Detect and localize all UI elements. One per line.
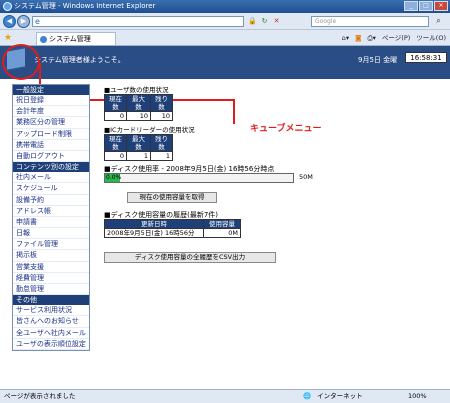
sidebar-item[interactable]: ユーザの表示順位設定 (13, 339, 89, 350)
window-title: システム管理 - Windows Internet Explorer (14, 2, 156, 10)
disk-capacity: 50M (299, 173, 313, 181)
sidebar-heading-general: 一般設定 (13, 85, 89, 95)
sidebar-heading-others: その他 (13, 295, 89, 306)
address-input[interactable]: e (32, 16, 244, 27)
window-titlebar: システム管理 - Windows Internet Explorer _ □ × (0, 0, 450, 13)
table-cell: 2008年9月5日(金) 16時56分 (104, 228, 204, 238)
sidebar-menu: 一般設定 祝日登録 会計年度 業務区分の管理 アップロード制限 携帯電話 自動ロ… (12, 84, 90, 351)
sidebar-item[interactable]: 掲示板 (13, 250, 89, 262)
sidebar-item[interactable]: 携帯電話 (13, 140, 89, 151)
table-cell: 10 (150, 111, 173, 121)
forward-button[interactable]: ▶ (17, 15, 30, 28)
table-header: 更新日時 (104, 219, 204, 229)
annotation-label: キューブメニュー (250, 124, 322, 134)
sidebar-item[interactable]: 祝日登録 (13, 95, 89, 107)
welcome-text: システム管理者様ようこそ。 (34, 56, 125, 64)
disk-history-table: 更新日時 使用容量 2008年9月5日(金) 16時56分 0M (104, 219, 241, 238)
stop-icon[interactable]: ✕ (272, 16, 281, 26)
tab-label: システム管理 (49, 35, 91, 43)
close-button[interactable]: × (434, 1, 448, 11)
disk-usage-bar: 0.0% (104, 173, 294, 183)
sidebar-item[interactable]: 設備予約 (13, 195, 89, 206)
clock: 16:58:31 (405, 52, 447, 63)
tools-menu[interactable]: ツール(O) (416, 33, 446, 43)
favorites-star-icon[interactable]: ★ (4, 33, 12, 43)
ic-reader-section: ■ICカードリーダーの使用状況 現在数 最大数 残り数 0 1 1 (104, 124, 195, 161)
section-title: ■ICカードリーダーの使用状況 (104, 126, 195, 134)
sidebar-item[interactable]: 業務区分の管理 (13, 117, 89, 129)
ic-reader-table: 現在数 最大数 残り数 0 1 1 (104, 134, 173, 161)
section-title: ■ユーザ数の使用状況 (104, 86, 169, 94)
table-header: 現在数 (104, 134, 127, 152)
table-cell: 1 (150, 151, 173, 161)
table-header: 最大数 (126, 134, 151, 152)
sidebar-item[interactable]: 申請書 (13, 217, 89, 229)
annotation-circle (2, 44, 40, 80)
date-text: 9月5日 金曜 (358, 56, 398, 64)
sidebar-item[interactable]: ファイル管理 (13, 239, 89, 251)
disk-usage-fill: 0.0% (105, 174, 122, 182)
sidebar-item[interactable]: 皆さんへのお知らせ (13, 316, 89, 328)
table-header: 最大数 (126, 94, 151, 112)
sidebar-item[interactable]: アドレス帳 (13, 206, 89, 217)
sidebar-item[interactable]: アップロード制限 (13, 129, 89, 140)
table-cell: 0M (203, 228, 241, 238)
status-bar: ページが表示されました 🌐 インターネット 100% (0, 389, 450, 403)
table-header: 残り数 (150, 134, 173, 152)
sidebar-item[interactable]: サービス利用状況 (13, 305, 89, 317)
user-usage-table: 現在数 最大数 残り数 0 10 10 (104, 94, 173, 121)
zoom-level[interactable]: 100% (408, 390, 427, 403)
table-cell: 1 (126, 151, 151, 161)
sidebar-heading-contents: コンテンツ別の設定 (13, 162, 89, 173)
globe-icon: 🌐 (303, 392, 312, 400)
lock-icon[interactable]: 🔒 (248, 16, 257, 26)
zone-text: インターネット (317, 392, 363, 400)
sidebar-item[interactable]: 営業支援 (13, 262, 89, 273)
page-menu[interactable]: ページ(P) (382, 33, 410, 43)
sidebar-item[interactable]: 社内メール (13, 172, 89, 184)
sidebar-item[interactable]: 日報 (13, 228, 89, 240)
sidebar-item[interactable]: スケジュール (13, 183, 89, 195)
table-header: 現在数 (104, 94, 127, 112)
export-csv-button[interactable]: ディスク使用容量の全履歴をCSV出力 (104, 252, 276, 263)
table-cell: 0 (104, 111, 127, 121)
sidebar-item[interactable]: 経費管理 (13, 273, 89, 284)
tab-page-icon (40, 36, 47, 43)
status-text: ページが表示されました (4, 392, 76, 400)
tab-system-admin[interactable]: システム管理 (36, 32, 116, 45)
minimize-button[interactable]: _ (404, 1, 418, 11)
user-usage-section: ■ユーザ数の使用状況 現在数 最大数 残り数 0 10 10 (104, 84, 173, 121)
sidebar-item[interactable]: 会計年度 (13, 106, 89, 118)
home-icon[interactable]: ⌂▾ (342, 33, 349, 43)
sidebar-item[interactable]: 全ユーザへ社内メール (13, 328, 89, 339)
table-cell: 10 (126, 111, 151, 121)
sidebar-item[interactable]: 勤怠管理 (13, 284, 89, 296)
address-bar: ◀ ▶ e 🔒 ↻ ✕ Google ⌕ (0, 13, 450, 30)
ie-logo-icon (3, 2, 12, 11)
refresh-icon[interactable]: ↻ (260, 16, 269, 26)
table-header: 使用容量 (203, 219, 241, 229)
feeds-icon[interactable]: ◙ (355, 33, 361, 43)
back-button[interactable]: ◀ (3, 15, 16, 28)
print-icon[interactable]: ⎙▾ (367, 33, 375, 43)
annotation-line (233, 100, 235, 124)
table-cell: 0 (104, 151, 127, 161)
get-usage-button[interactable]: 現在の使用容量を取得 (127, 192, 217, 203)
table-header: 残り数 (150, 94, 173, 112)
page-icon: e (35, 17, 40, 26)
tab-bar: ★ システム管理 ⌂▾ ◙ ⎙▾ ページ(P) ツール(O) (0, 30, 450, 46)
search-icon[interactable]: ⌕ (432, 16, 445, 27)
search-input[interactable]: Google (311, 16, 429, 27)
sidebar-item[interactable]: 自動ログアウト (13, 151, 89, 163)
maximize-button[interactable]: □ (419, 1, 433, 11)
